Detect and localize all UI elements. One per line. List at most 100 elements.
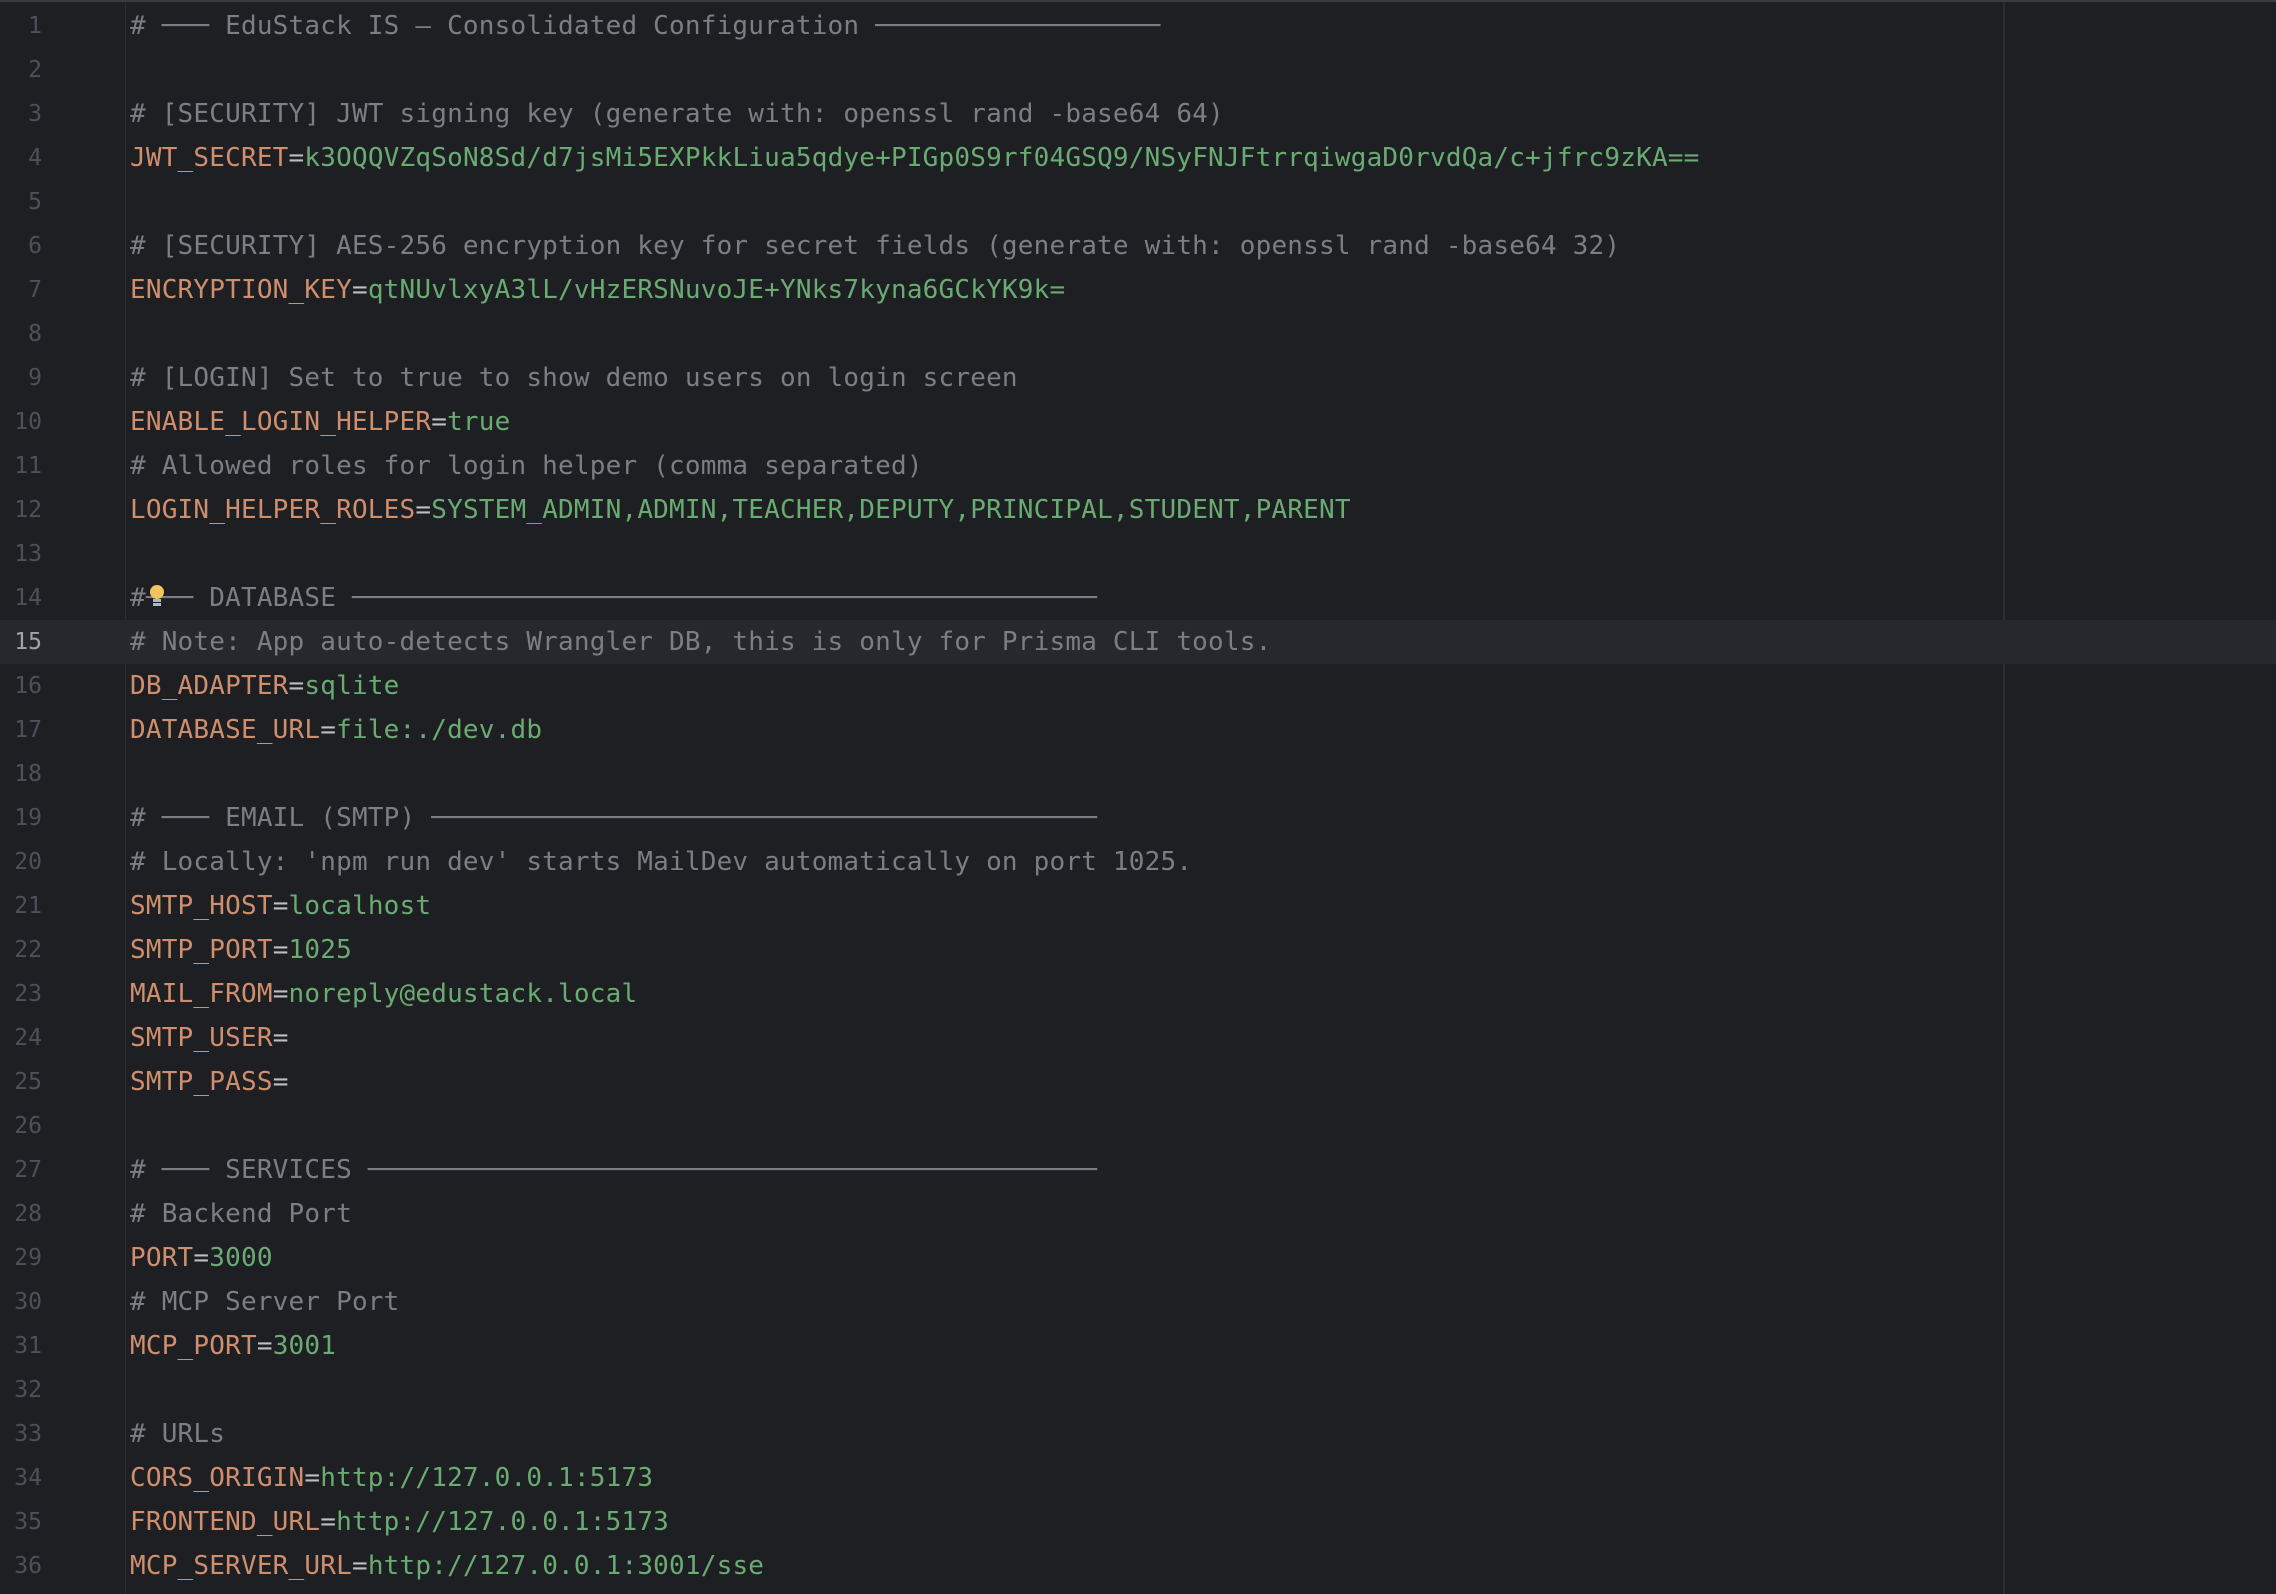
line-content[interactable]: FRONTEND_URL=http://127.0.0.1:5173 — [130, 1500, 669, 1544]
code-line[interactable]: 1 # ─── EduStack IS – Consolidated Config… — [0, 4, 2276, 48]
code-line[interactable]: 9 # [LOGIN] Set to true to show demo user… — [0, 356, 2276, 400]
line-number[interactable]: 9 — [0, 356, 42, 400]
line-content[interactable]: ENABLE_LOGIN_HELPER=true — [130, 400, 511, 444]
line-number[interactable]: 21 — [0, 884, 42, 928]
code-line[interactable]: 18 — [0, 752, 2276, 796]
line-number[interactable]: 5 — [0, 180, 42, 224]
line-content[interactable]: SMTP_PASS= — [130, 1060, 289, 1104]
line-number[interactable]: 16 — [0, 664, 42, 708]
line-number[interactable]: 13 — [0, 532, 42, 576]
line-number[interactable]: 17 — [0, 708, 42, 752]
line-content[interactable]: #─── DATABASE ──────────────────────────… — [130, 576, 1097, 620]
code-line[interactable]: 22 SMTP_PORT=1025 — [0, 928, 2276, 972]
line-content[interactable]: # Allowed roles for login helper (comma … — [130, 444, 923, 488]
line-number[interactable]: 20 — [0, 840, 42, 884]
code-line[interactable]: 28 # Backend Port — [0, 1192, 2276, 1236]
line-number[interactable]: 24 — [0, 1016, 42, 1060]
code-line[interactable]: 35 FRONTEND_URL=http://127.0.0.1:5173 — [0, 1500, 2276, 1544]
line-number[interactable]: 32 — [0, 1368, 42, 1412]
line-content[interactable]: # [SECURITY] AES-256 encryption key for … — [130, 224, 1620, 268]
line-content[interactable]: # ─── SERVICES ─────────────────────────… — [130, 1148, 1097, 1192]
code-line[interactable]: 13 — [0, 532, 2276, 576]
code-line[interactable]: 36 MCP_SERVER_URL=http://127.0.0.1:3001/s… — [0, 1544, 2276, 1588]
line-number[interactable]: 23 — [0, 972, 42, 1016]
line-content[interactable]: MAIL_FROM=noreply@edustack.local — [130, 972, 637, 1016]
code-line[interactable]: 16 DB_ADAPTER=sqlite — [0, 664, 2276, 708]
line-number[interactable]: 36 — [0, 1544, 42, 1588]
line-content[interactable]: MCP_PORT=3001 — [130, 1324, 336, 1368]
lightbulb-icon[interactable] — [148, 584, 166, 610]
line-number[interactable]: 4 — [0, 136, 42, 180]
line-content[interactable]: # Backend Port — [130, 1192, 352, 1236]
line-content[interactable]: PORT=3000 — [130, 1236, 273, 1280]
code-line[interactable]: 26 — [0, 1104, 2276, 1148]
code-line[interactable]: 27 # ─── SERVICES ───────────────────────… — [0, 1148, 2276, 1192]
line-content[interactable]: SMTP_USER= — [130, 1016, 289, 1060]
line-content[interactable]: SMTP_PORT=1025 — [130, 928, 352, 972]
code-line[interactable]: 34 CORS_ORIGIN=http://127.0.0.1:5173 — [0, 1456, 2276, 1500]
line-number[interactable]: 27 — [0, 1148, 42, 1192]
line-number[interactable]: 29 — [0, 1236, 42, 1280]
line-content[interactable]: SMTP_HOST=localhost — [130, 884, 431, 928]
code-line[interactable]: 15 # Note: App auto-detects Wrangler DB, … — [0, 620, 2276, 664]
line-content[interactable]: # Locally: 'npm run dev' starts MailDev … — [130, 840, 1192, 884]
code-line[interactable]: 12 LOGIN_HELPER_ROLES=SYSTEM_ADMIN,ADMIN,… — [0, 488, 2276, 532]
line-content[interactable]: # [SECURITY] JWT signing key (generate w… — [130, 92, 1224, 136]
code-line[interactable]: 2 — [0, 48, 2276, 92]
code-line[interactable]: 31 MCP_PORT=3001 — [0, 1324, 2276, 1368]
line-number[interactable]: 6 — [0, 224, 42, 268]
code-line[interactable]: 29 PORT=3000 — [0, 1236, 2276, 1280]
line-content[interactable]: JWT_SECRET=k3OQQVZqSoN8Sd/d7jsMi5EXPkkLi… — [130, 136, 1700, 180]
code-line[interactable]: 32 — [0, 1368, 2276, 1412]
line-content[interactable]: DATABASE_URL=file:./dev.db — [130, 708, 542, 752]
line-number[interactable]: 7 — [0, 268, 42, 312]
code-line[interactable]: 24 SMTP_USER= — [0, 1016, 2276, 1060]
line-number[interactable]: 3 — [0, 92, 42, 136]
code-line[interactable]: 6 # [SECURITY] AES-256 encryption key for… — [0, 224, 2276, 268]
code-line[interactable]: 21 SMTP_HOST=localhost — [0, 884, 2276, 928]
line-number[interactable]: 2 — [0, 48, 42, 92]
code-line[interactable]: 7 ENCRYPTION_KEY=qtNUvlxyA3lL/vHzERSNuvoJ… — [0, 268, 2276, 312]
line-number[interactable]: 12 — [0, 488, 42, 532]
line-number[interactable]: 35 — [0, 1500, 42, 1544]
line-content[interactable]: # ─── EMAIL (SMTP) ─────────────────────… — [130, 796, 1097, 840]
code-line[interactable]: 23 MAIL_FROM=noreply@edustack.local — [0, 972, 2276, 1016]
line-content[interactable]: # URLs — [130, 1412, 225, 1456]
line-content[interactable]: MCP_SERVER_URL=http://127.0.0.1:3001/sse — [130, 1544, 764, 1588]
line-content[interactable]: CORS_ORIGIN=http://127.0.0.1:5173 — [130, 1456, 653, 1500]
code-line[interactable]: 8 — [0, 312, 2276, 356]
code-line[interactable]: 11 # Allowed roles for login helper (comm… — [0, 444, 2276, 488]
code-line[interactable]: 20 # Locally: 'npm run dev' starts MailDe… — [0, 840, 2276, 884]
code-line[interactable]: 10 ENABLE_LOGIN_HELPER=true — [0, 400, 2276, 444]
line-number[interactable]: 19 — [0, 796, 42, 840]
line-content[interactable]: ENCRYPTION_KEY=qtNUvlxyA3lL/vHzERSNuvoJE… — [130, 268, 1065, 312]
line-number[interactable]: 25 — [0, 1060, 42, 1104]
line-number[interactable]: 14 — [0, 576, 42, 620]
editor-lines[interactable]: 1 # ─── EduStack IS – Consolidated Config… — [0, 4, 2276, 1588]
code-line[interactable]: 4 JWT_SECRET=k3OQQVZqSoN8Sd/d7jsMi5EXPkkL… — [0, 136, 2276, 180]
line-number[interactable]: 28 — [0, 1192, 42, 1236]
line-content[interactable]: DB_ADAPTER=sqlite — [130, 664, 400, 708]
line-number[interactable]: 34 — [0, 1456, 42, 1500]
line-number[interactable]: 30 — [0, 1280, 42, 1324]
code-line[interactable]: 30 # MCP Server Port — [0, 1280, 2276, 1324]
line-number[interactable]: 33 — [0, 1412, 42, 1456]
line-content[interactable]: LOGIN_HELPER_ROLES=SYSTEM_ADMIN,ADMIN,TE… — [130, 488, 1351, 532]
line-number[interactable]: 18 — [0, 752, 42, 796]
line-content[interactable]: # [LOGIN] Set to true to show demo users… — [130, 356, 1018, 400]
line-number[interactable]: 26 — [0, 1104, 42, 1148]
line-number[interactable]: 1 — [0, 4, 42, 48]
line-content[interactable]: # ─── EduStack IS – Consolidated Configu… — [130, 4, 1160, 48]
line-number[interactable]: 8 — [0, 312, 42, 356]
code-line[interactable]: 14 #─── DATABASE ────────────────────────… — [0, 576, 2276, 620]
code-editor[interactable]: 1 # ─── EduStack IS – Consolidated Config… — [0, 0, 2276, 1594]
line-number[interactable]: 11 — [0, 444, 42, 488]
code-line[interactable]: 5 — [0, 180, 2276, 224]
code-line[interactable]: 3 # [SECURITY] JWT signing key (generate … — [0, 92, 2276, 136]
code-line[interactable]: 25 SMTP_PASS= — [0, 1060, 2276, 1104]
line-number[interactable]: 31 — [0, 1324, 42, 1368]
line-content[interactable]: # MCP Server Port — [130, 1280, 400, 1324]
line-number[interactable]: 15 — [0, 620, 42, 664]
code-line[interactable]: 19 # ─── EMAIL (SMTP) ───────────────────… — [0, 796, 2276, 840]
line-number[interactable]: 10 — [0, 400, 42, 444]
